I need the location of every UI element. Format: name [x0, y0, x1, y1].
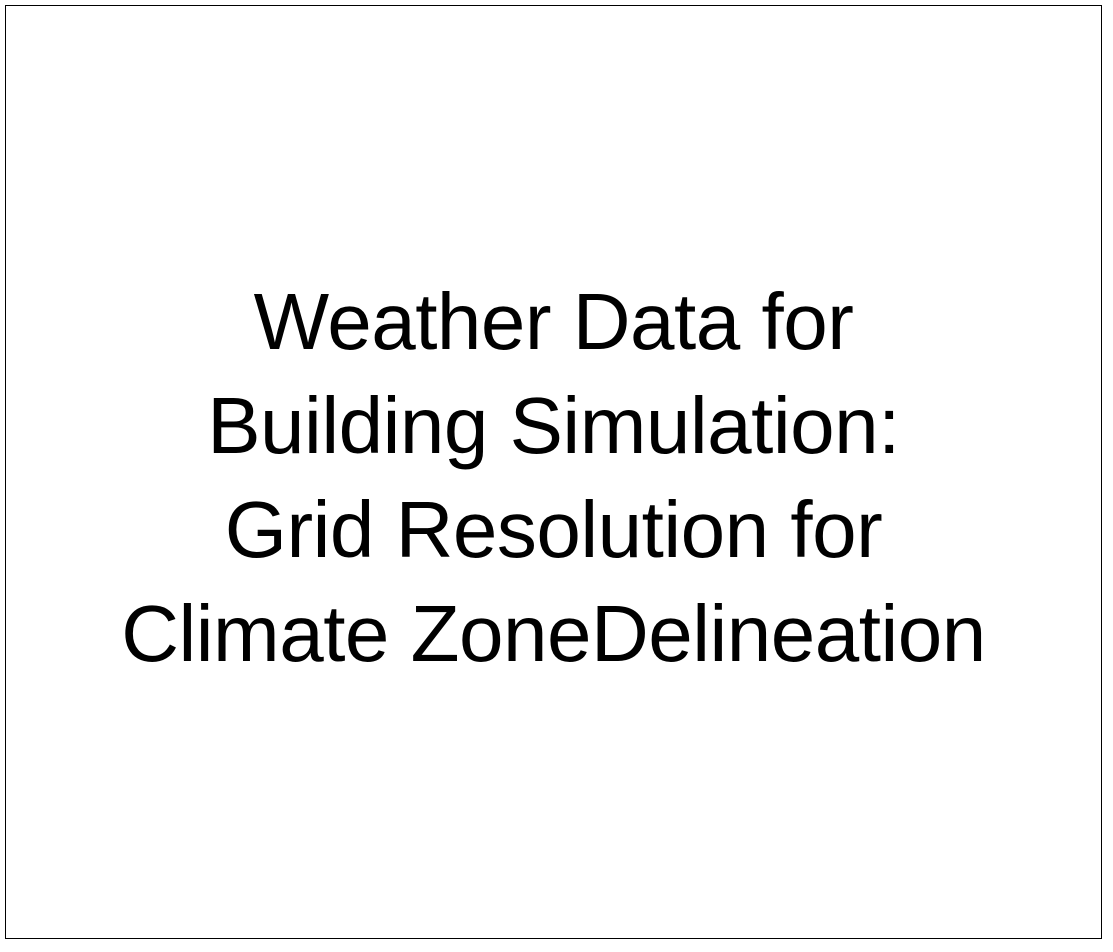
title-line-1: Weather Data for: [253, 277, 854, 366]
title-line-2: Building Simulation:: [207, 381, 900, 470]
title-line-4: Climate ZoneDelineation: [121, 589, 986, 678]
cover-title: Weather Data for Building Simulation: Gr…: [6, 270, 1101, 686]
cover-frame: Weather Data for Building Simulation: Gr…: [5, 5, 1102, 939]
title-line-3: Grid Resolution for: [224, 485, 883, 574]
